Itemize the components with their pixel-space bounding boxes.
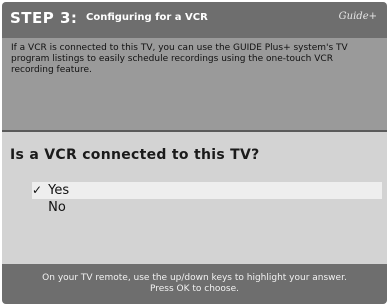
page-title: Configuring for a VCR: [86, 12, 208, 23]
option-yes-label: Yes: [48, 183, 70, 198]
footer-line-1: On your TV remote, use the up/down keys …: [42, 273, 347, 283]
footer-instructions: On your TV remote, use the up/down keys …: [12, 273, 377, 295]
checkmark-icon: ✓: [32, 183, 43, 197]
option-yes[interactable]: ✓ Yes: [32, 182, 382, 199]
footer-line-2: Press OK to choose.: [149, 284, 240, 294]
header-bar: STEP 3: Configuring for a VCR Guide+: [2, 2, 387, 38]
guide-plus-logo: Guide+: [338, 11, 377, 22]
option-no[interactable]: No: [32, 199, 382, 216]
intro-panel: If a VCR is connected to this TV, you ca…: [2, 38, 387, 130]
footer-bar: On your TV remote, use the up/down keys …: [2, 264, 387, 304]
divider: [2, 130, 387, 132]
intro-text: If a VCR is connected to this TV, you ca…: [11, 43, 348, 75]
setup-screen: STEP 3: Configuring for a VCR Guide+ If …: [2, 2, 387, 304]
question-text: Is a VCR connected to this TV?: [10, 147, 260, 163]
step-label: STEP 3:: [10, 9, 78, 27]
option-no-label: No: [48, 200, 66, 215]
